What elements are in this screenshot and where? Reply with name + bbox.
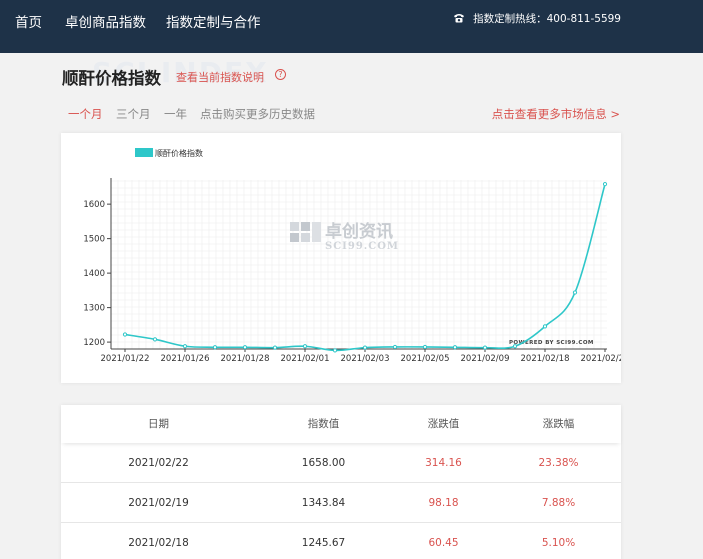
- data-point: [482, 345, 488, 350]
- data-point: [182, 344, 188, 349]
- x-tick-label: 2021/01/26: [161, 354, 210, 364]
- watermark-cn: 卓创资讯: [325, 221, 393, 242]
- chart-series: [122, 182, 608, 353]
- header-date: 日期: [148, 418, 169, 430]
- data-point: [302, 344, 308, 349]
- cell-change: 60.45: [428, 537, 459, 549]
- help-icon[interactable]: ?: [275, 69, 286, 80]
- legend-label: 顺酐价格指数: [155, 148, 203, 158]
- index-table: 日期 指数值 涨跌值 涨跌幅 2021/02/22 1658.00 314.16…: [61, 405, 621, 559]
- nav-home[interactable]: 首页: [15, 0, 42, 53]
- cell-change: 314.16: [425, 457, 462, 469]
- cell-change-pct: 7.88%: [541, 497, 576, 509]
- x-tick-label: 2021/02/01: [281, 354, 330, 364]
- hotline-text: 指数定制热线：400-811-5599: [473, 13, 621, 25]
- phone-icon: [454, 14, 465, 23]
- top-nav: 首页 卓创商品指数 指数定制与合作 指数定制热线：400-811-5599: [0, 0, 703, 53]
- cell-change-pct: 23.38%: [538, 457, 579, 469]
- chart-watermark: 卓创资讯 SCI99.COM POWERED BY SCI99.COM: [290, 221, 593, 346]
- tab-three-months[interactable]: 三个月: [116, 106, 151, 122]
- cell-index: 1343.84: [301, 497, 346, 509]
- data-point: [242, 345, 248, 350]
- data-point: [602, 182, 608, 187]
- data-point: [122, 332, 128, 337]
- x-tick-label: 2021/02/18: [521, 354, 570, 364]
- price-index-chart: 卓创资讯 SCI99.COM POWERED BY SCI99.COM 1200…: [83, 148, 621, 364]
- x-tick-label: 2021/01/22: [101, 354, 150, 364]
- tab-one-month[interactable]: 一个月: [68, 106, 103, 122]
- chart-card: 卓创资讯 SCI99.COM POWERED BY SCI99.COM 1200…: [61, 133, 621, 383]
- x-tick-label: 2021/02/09: [461, 354, 510, 364]
- chart-axes: 1200 1300 1400 1500 1600 2021/01/22 2021/01/26…: [83, 178, 621, 364]
- nav-custom[interactable]: 指数定制与合作: [166, 0, 261, 53]
- header-change-pct: 涨跌幅: [542, 418, 575, 430]
- data-point: [572, 290, 578, 295]
- y-tick-label: 1200: [83, 338, 105, 348]
- x-tick-label: 2021/02/03: [341, 354, 390, 364]
- data-point: [332, 348, 338, 353]
- nav-products[interactable]: 卓创商品指数: [65, 0, 146, 53]
- legend-swatch: [135, 148, 153, 157]
- page-title: 顺酐价格指数: [62, 69, 161, 88]
- data-point: [452, 345, 458, 350]
- cell-index: 1245.67: [301, 537, 346, 549]
- y-tick-label: 1500: [83, 235, 105, 245]
- hotline: 指数定制热线：400-811-5599: [453, 0, 621, 53]
- y-tick-label: 1600: [83, 200, 105, 210]
- data-point: [512, 344, 518, 349]
- more-market-link[interactable]: 点击查看更多市场信息 >: [492, 106, 620, 122]
- cell-change-pct: 5.10%: [541, 537, 576, 549]
- y-tick-label: 1400: [83, 269, 105, 279]
- cell-date: 2021/02/19: [128, 497, 189, 509]
- chart-legend: 顺酐价格指数: [135, 148, 203, 158]
- cell-change: 98.18: [428, 497, 459, 509]
- table-row: 2021/02/18 1245.67 60.45 5.10%: [61, 524, 621, 559]
- tab-one-year[interactable]: 一年: [164, 106, 187, 122]
- x-tick-label: 2021/02/05: [401, 354, 450, 364]
- chart-grid: [110, 180, 607, 350]
- table-row: 2021/02/22 1658.00 314.16 23.38%: [61, 444, 621, 483]
- data-point: [542, 324, 548, 329]
- header-change: 涨跌值: [427, 418, 460, 430]
- sci-logo-icon: [290, 222, 321, 242]
- data-point: [362, 345, 368, 350]
- cell-date: 2021/02/22: [128, 457, 189, 469]
- data-point: [392, 344, 398, 350]
- header-index: 指数值: [307, 418, 340, 430]
- data-point: [212, 345, 218, 350]
- table-header: 日期 指数值 涨跌值 涨跌幅: [61, 405, 621, 443]
- buy-history-link[interactable]: 点击购买更多历史数据: [200, 106, 315, 122]
- index-explain-link[interactable]: 查看当前指数说明: [176, 69, 264, 85]
- cell-date: 2021/02/18: [128, 537, 189, 549]
- data-point: [272, 345, 278, 350]
- data-point: [152, 337, 158, 342]
- x-tick-label: 2021/01/28: [221, 354, 270, 364]
- cell-index: 1658.00: [301, 457, 346, 469]
- watermark-en: SCI99.COM: [325, 241, 399, 252]
- x-tick-label: 2021/02/22: [581, 354, 622, 364]
- data-point: [422, 344, 428, 350]
- y-tick-label: 1300: [83, 304, 105, 314]
- table-row: 2021/02/19 1343.84 98.18 7.88%: [61, 484, 621, 523]
